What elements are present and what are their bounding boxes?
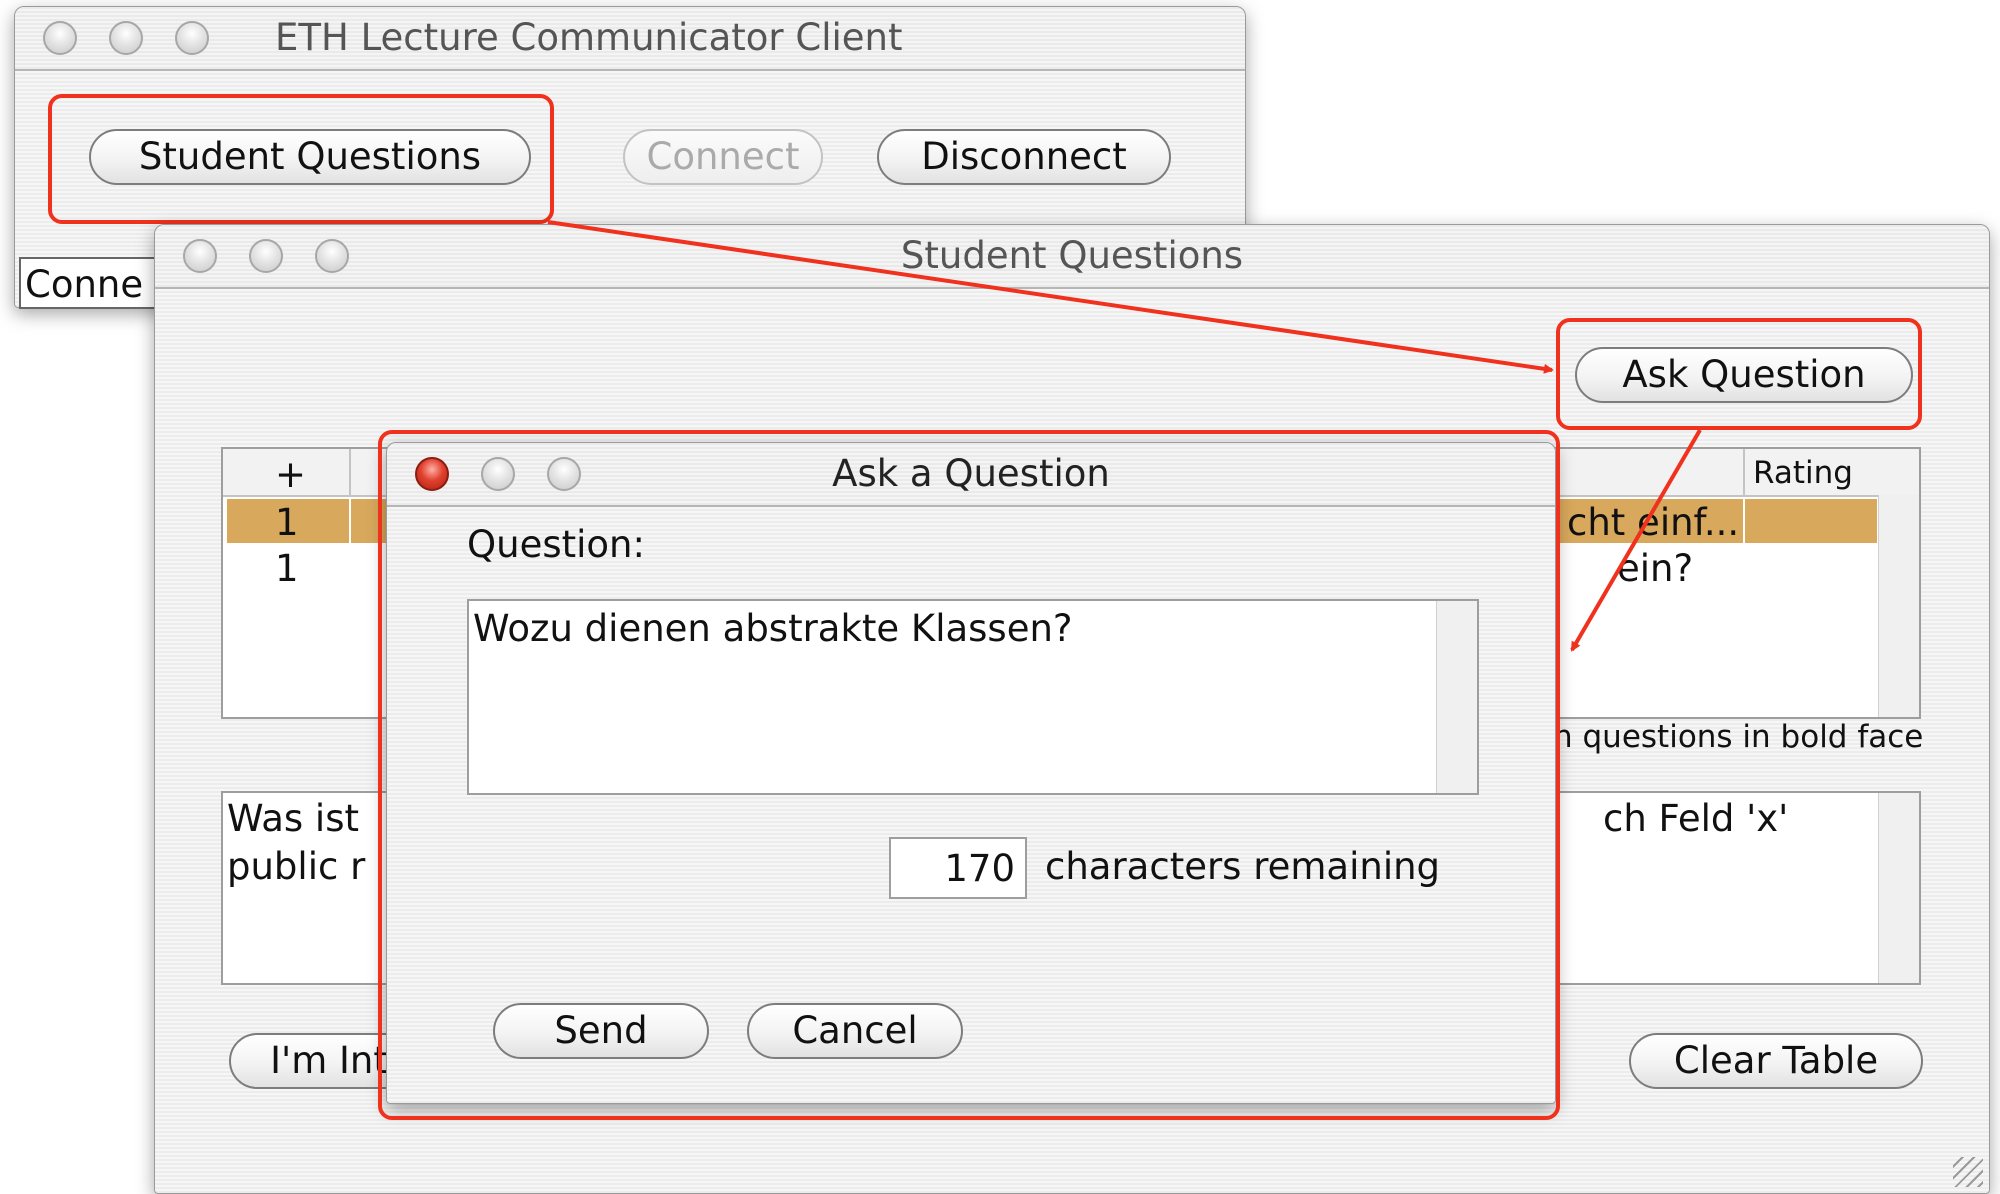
row-question-fragment: cht einf...: [1567, 501, 1740, 544]
minimize-icon[interactable]: [109, 21, 143, 55]
zoom-icon[interactable]: [175, 21, 209, 55]
header-rating[interactable]: Rating: [1753, 455, 1853, 491]
row-question-fragment: ein?: [1617, 547, 1694, 590]
row-count: 1: [275, 501, 299, 544]
preview-scrollbar[interactable]: [1878, 793, 1919, 983]
row-count: 1: [275, 547, 299, 590]
highlight-student-questions: [48, 94, 554, 224]
status-field: Conne: [19, 257, 169, 309]
disconnect-button[interactable]: Disconnect: [877, 129, 1171, 185]
preview-line-2-left: public r: [227, 845, 366, 888]
close-icon[interactable]: [43, 21, 77, 55]
header-divider: [1743, 449, 1745, 495]
cell-divider: [1743, 499, 1745, 543]
header-divider: [349, 449, 351, 495]
clear-table-button[interactable]: Clear Table: [1629, 1033, 1923, 1089]
highlight-ask-question: [1556, 318, 1922, 430]
connect-button[interactable]: Connect: [623, 129, 823, 185]
sq-window-title: Student Questions: [900, 234, 1244, 277]
hint-text: n questions in bold face: [1553, 719, 1924, 755]
header-plus[interactable]: +: [275, 453, 306, 496]
preview-line-1-left: Was ist: [227, 797, 359, 840]
client-window-title: ETH Lecture Communicator Client: [275, 16, 903, 59]
highlight-ask-dialog: [378, 430, 1560, 1120]
table-scrollbar[interactable]: [1878, 495, 1919, 717]
sq-titlebar: Student Questions: [155, 225, 1989, 289]
resize-grip-icon[interactable]: [1953, 1157, 1983, 1187]
cell-divider: [349, 499, 351, 543]
client-titlebar: ETH Lecture Communicator Client: [15, 7, 1245, 71]
preview-line-1-right: ch Feld 'x': [1603, 797, 1789, 840]
status-text: Conne: [25, 263, 144, 306]
